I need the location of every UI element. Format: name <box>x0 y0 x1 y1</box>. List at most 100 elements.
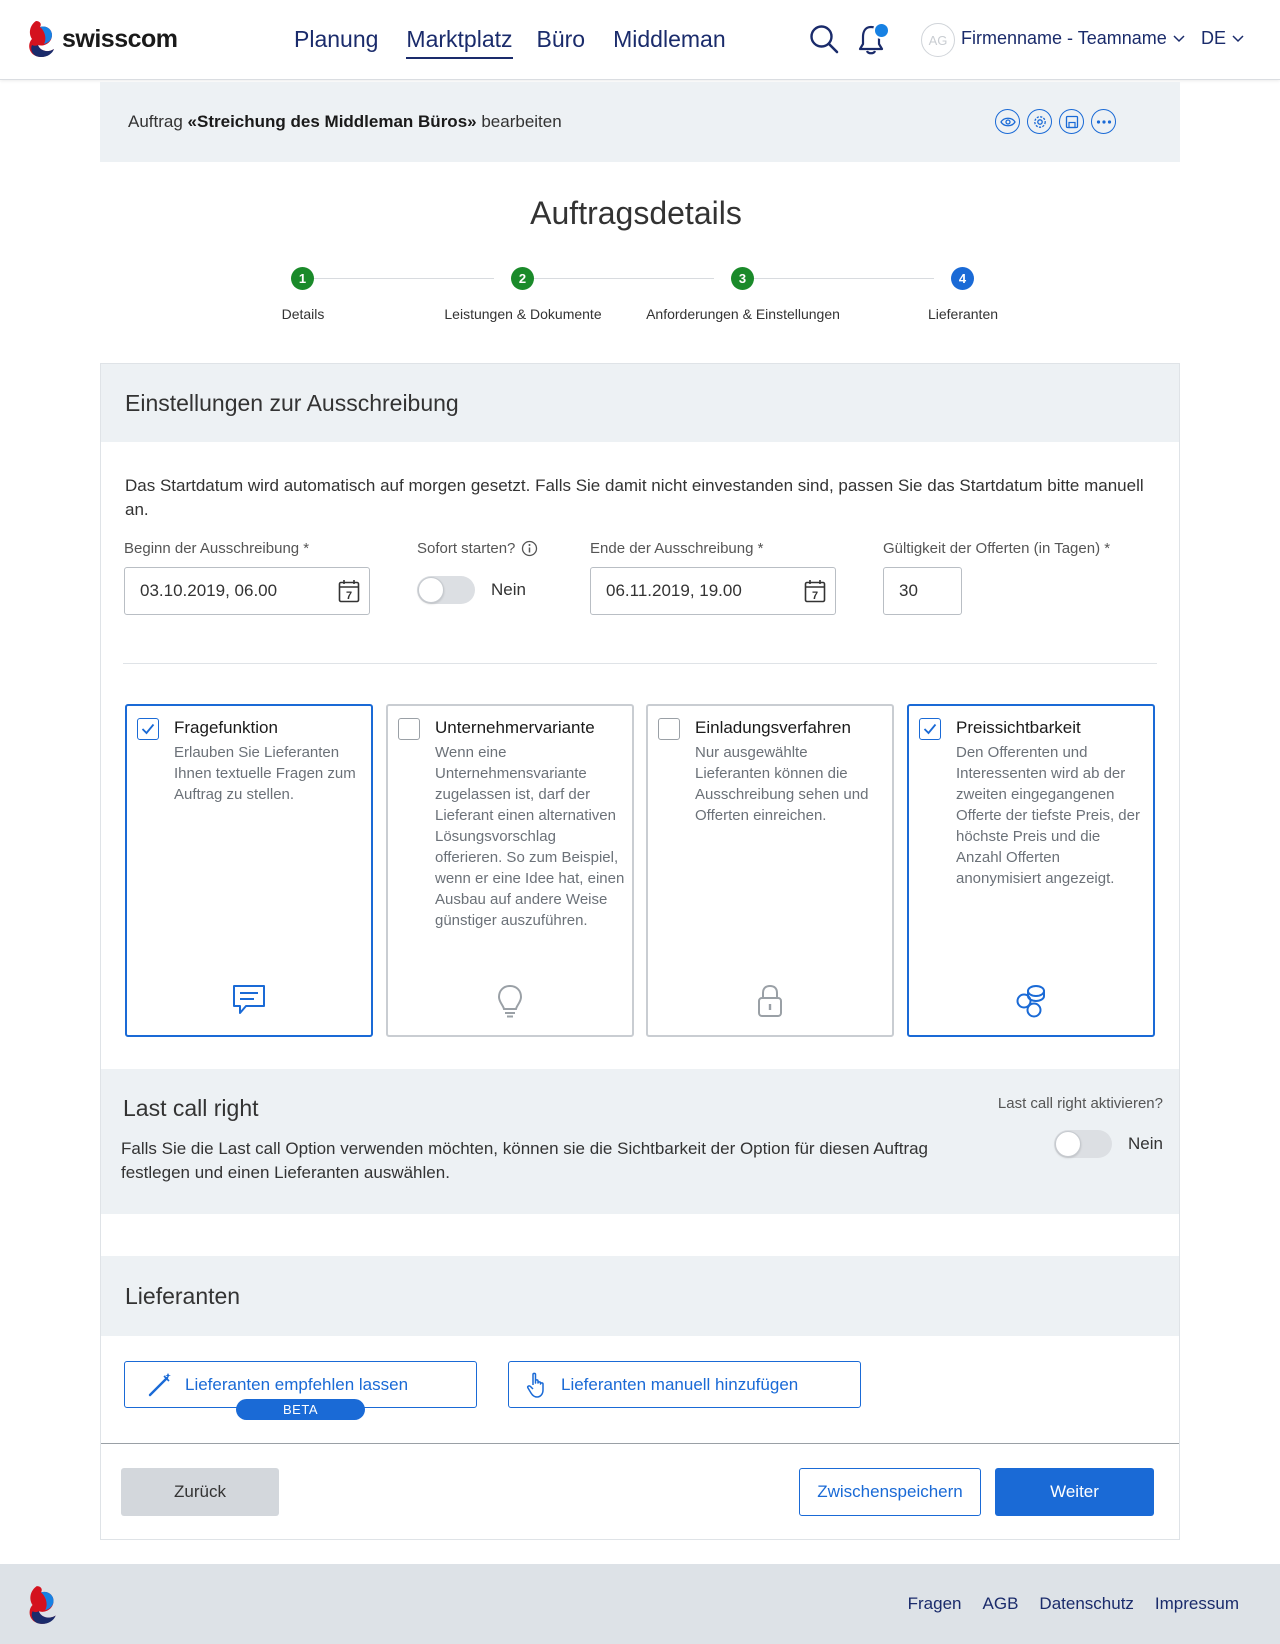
checkbox[interactable] <box>658 718 680 740</box>
stepper-connector <box>753 278 934 279</box>
last-call-section: Last call right Falls Sie die Last call … <box>101 1069 1179 1214</box>
footer-links: Fragen AGB Datenschutz Impressum <box>908 1594 1239 1614</box>
order-name: «Streichung des Middleman Büros» <box>187 112 477 131</box>
page-footer: Fragen AGB Datenschutz Impressum <box>0 1564 1280 1644</box>
stepper-connector <box>533 278 714 279</box>
step-2-label[interactable]: Leistungen & Dokumente <box>403 306 643 322</box>
start-date-field[interactable]: 03.10.2019, 06.00 7 <box>124 567 370 615</box>
lightbulb-icon <box>388 984 632 1018</box>
option-title: Unternehmervariante <box>435 718 595 737</box>
info-icon[interactable] <box>521 540 538 557</box>
chat-icon <box>127 984 371 1016</box>
step-1-indicator[interactable]: 1 <box>291 267 314 290</box>
calendar-icon[interactable]: 7 <box>338 579 360 603</box>
step-4-indicator[interactable]: 4 <box>951 267 974 290</box>
main-navigation: Planung Marktplatz Büro Middleman <box>294 26 726 59</box>
order-subheader: Auftrag «Streichung des Middleman Büros»… <box>100 82 1180 162</box>
end-date-field[interactable]: 06.11.2019, 19.00 7 <box>590 567 836 615</box>
option-title: Einladungsverfahren <box>695 718 851 737</box>
option-description: Nur ausgewählte Lieferanten können die A… <box>695 744 869 824</box>
chevron-down-icon <box>1232 34 1244 42</box>
order-actions <box>995 109 1116 134</box>
step-4-label[interactable]: Lieferanten <box>843 306 1083 322</box>
toggle-knob <box>1055 1131 1081 1157</box>
last-call-description: Falls Sie die Last call Option verwenden… <box>121 1139 929 1182</box>
start-date-value: 03.10.2019, 06.00 <box>140 581 278 600</box>
language-selector[interactable]: DE <box>1201 28 1244 49</box>
back-button[interactable]: Zurück <box>121 1468 279 1516</box>
footer-link-fragen[interactable]: Fragen <box>908 1594 962 1614</box>
company-team-label: Firmenname - Teamname <box>961 28 1167 48</box>
footer-link-agb[interactable]: AGB <box>983 1594 1019 1614</box>
chevron-down-icon <box>1173 34 1185 42</box>
search-icon[interactable] <box>809 24 839 54</box>
settings-intro-text: Das Startdatum wird automatisch auf morg… <box>125 476 1144 519</box>
checkbox[interactable] <box>919 718 941 740</box>
magic-wand-icon <box>148 1372 171 1396</box>
add-suppliers-manually-button[interactable]: Lieferanten manuell hinzufügen <box>508 1361 861 1408</box>
page-title: Auftragsdetails <box>530 195 742 231</box>
pointer-hand-icon <box>527 1372 544 1398</box>
eye-icon[interactable] <box>995 109 1020 134</box>
last-call-toggle[interactable] <box>1054 1130 1112 1158</box>
section-divider <box>123 663 1157 664</box>
order-title: Auftrag «Streichung des Middleman Büros»… <box>128 112 562 132</box>
next-button[interactable]: Weiter <box>995 1468 1154 1516</box>
offer-validity-label: Gültigkeit der Offerten (in Tagen) * <box>883 540 1111 557</box>
checkmark-icon <box>923 723 937 735</box>
actions-divider <box>101 1443 1179 1444</box>
checkbox[interactable] <box>137 718 159 740</box>
save-icon[interactable] <box>1059 109 1084 134</box>
more-icon[interactable] <box>1091 109 1116 134</box>
option-title: Preissichtbarkeit <box>956 718 1081 737</box>
order-title-suffix: bearbeiten <box>481 112 562 131</box>
save-draft-button[interactable]: Zwischenspeichern <box>799 1468 981 1516</box>
language-label: DE <box>1201 28 1227 48</box>
option-card-fragefunktion[interactable]: Fragefunktion Erlauben Sie Lieferanten I… <box>125 704 373 1037</box>
footer-link-impressum[interactable]: Impressum <box>1155 1594 1239 1614</box>
beta-badge: BETA <box>236 1399 365 1420</box>
option-description: Erlauben Sie Lieferanten Ihnen textuelle… <box>174 744 356 803</box>
nav-item-marktplatz[interactable]: Marktplatz <box>406 26 513 59</box>
suppliers-section-header: Lieferanten <box>101 1256 1179 1336</box>
step-3-indicator[interactable]: 3 <box>731 267 754 290</box>
calendar-icon[interactable]: 7 <box>804 579 826 603</box>
avatar[interactable]: AG <box>921 23 955 57</box>
start-date-label: Beginn der Ausschreibung * <box>124 540 310 557</box>
option-card-preissichtbarkeit[interactable]: Preissichtbarkeit Den Offerenten und Int… <box>907 704 1155 1037</box>
swisscom-logo-icon[interactable] <box>26 1584 58 1626</box>
footer-link-datenschutz[interactable]: Datenschutz <box>1039 1594 1134 1614</box>
nav-item-middleman[interactable]: Middleman <box>613 26 726 59</box>
immediate-start-toggle[interactable] <box>417 576 475 604</box>
gear-icon[interactable] <box>1027 109 1052 134</box>
swisscom-logo[interactable]: swisscom <box>26 19 178 59</box>
coins-icon <box>909 984 1153 1018</box>
last-call-question: Last call right aktivieren? <box>997 1095 1163 1112</box>
option-card-unternehmervariante[interactable]: Unternehmervariante Wenn eine Unternehme… <box>386 704 634 1037</box>
option-card-einladungsverfahren[interactable]: Einladungsverfahren Nur ausgewählte Lief… <box>646 704 894 1037</box>
end-date-value: 06.11.2019, 19.00 <box>606 581 742 600</box>
logo-text: swisscom <box>62 24 178 53</box>
top-navigation-bar: swisscom Planung Marktplatz Büro Middlem… <box>0 0 1280 80</box>
offer-validity-value: 30 <box>899 581 918 600</box>
nav-item-buero[interactable]: Büro <box>537 26 586 59</box>
lock-icon <box>648 984 892 1018</box>
checkmark-icon <box>141 723 155 735</box>
company-team-selector[interactable]: Firmenname - Teamname <box>961 28 1185 49</box>
option-description: Den Offerenten und Interessenten wird ab… <box>956 744 1140 887</box>
nav-item-planung[interactable]: Planung <box>294 26 378 59</box>
order-title-prefix: Auftrag <box>128 112 183 131</box>
step-3-label[interactable]: Anforderungen & Einstellungen <box>623 306 863 322</box>
immediate-start-label-text: Sofort starten? <box>417 540 516 557</box>
option-description: Wenn eine Unternehmensvariante zugelasse… <box>435 744 625 929</box>
step-2-indicator[interactable]: 2 <box>511 267 534 290</box>
offer-validity-input[interactable]: 30 <box>883 567 962 615</box>
step-1-label[interactable]: Details <box>183 306 423 322</box>
toggle-knob <box>418 577 444 603</box>
checkbox[interactable] <box>398 718 420 740</box>
suppliers-heading: Lieferanten <box>125 1283 241 1309</box>
settings-heading: Einstellungen zur Ausschreibung <box>125 390 459 416</box>
calendar-day-text: 7 <box>812 590 818 602</box>
tender-settings-panel: Einstellungen zur Ausschreibung Das Star… <box>100 363 1180 1540</box>
last-call-heading: Last call right <box>123 1095 259 1121</box>
